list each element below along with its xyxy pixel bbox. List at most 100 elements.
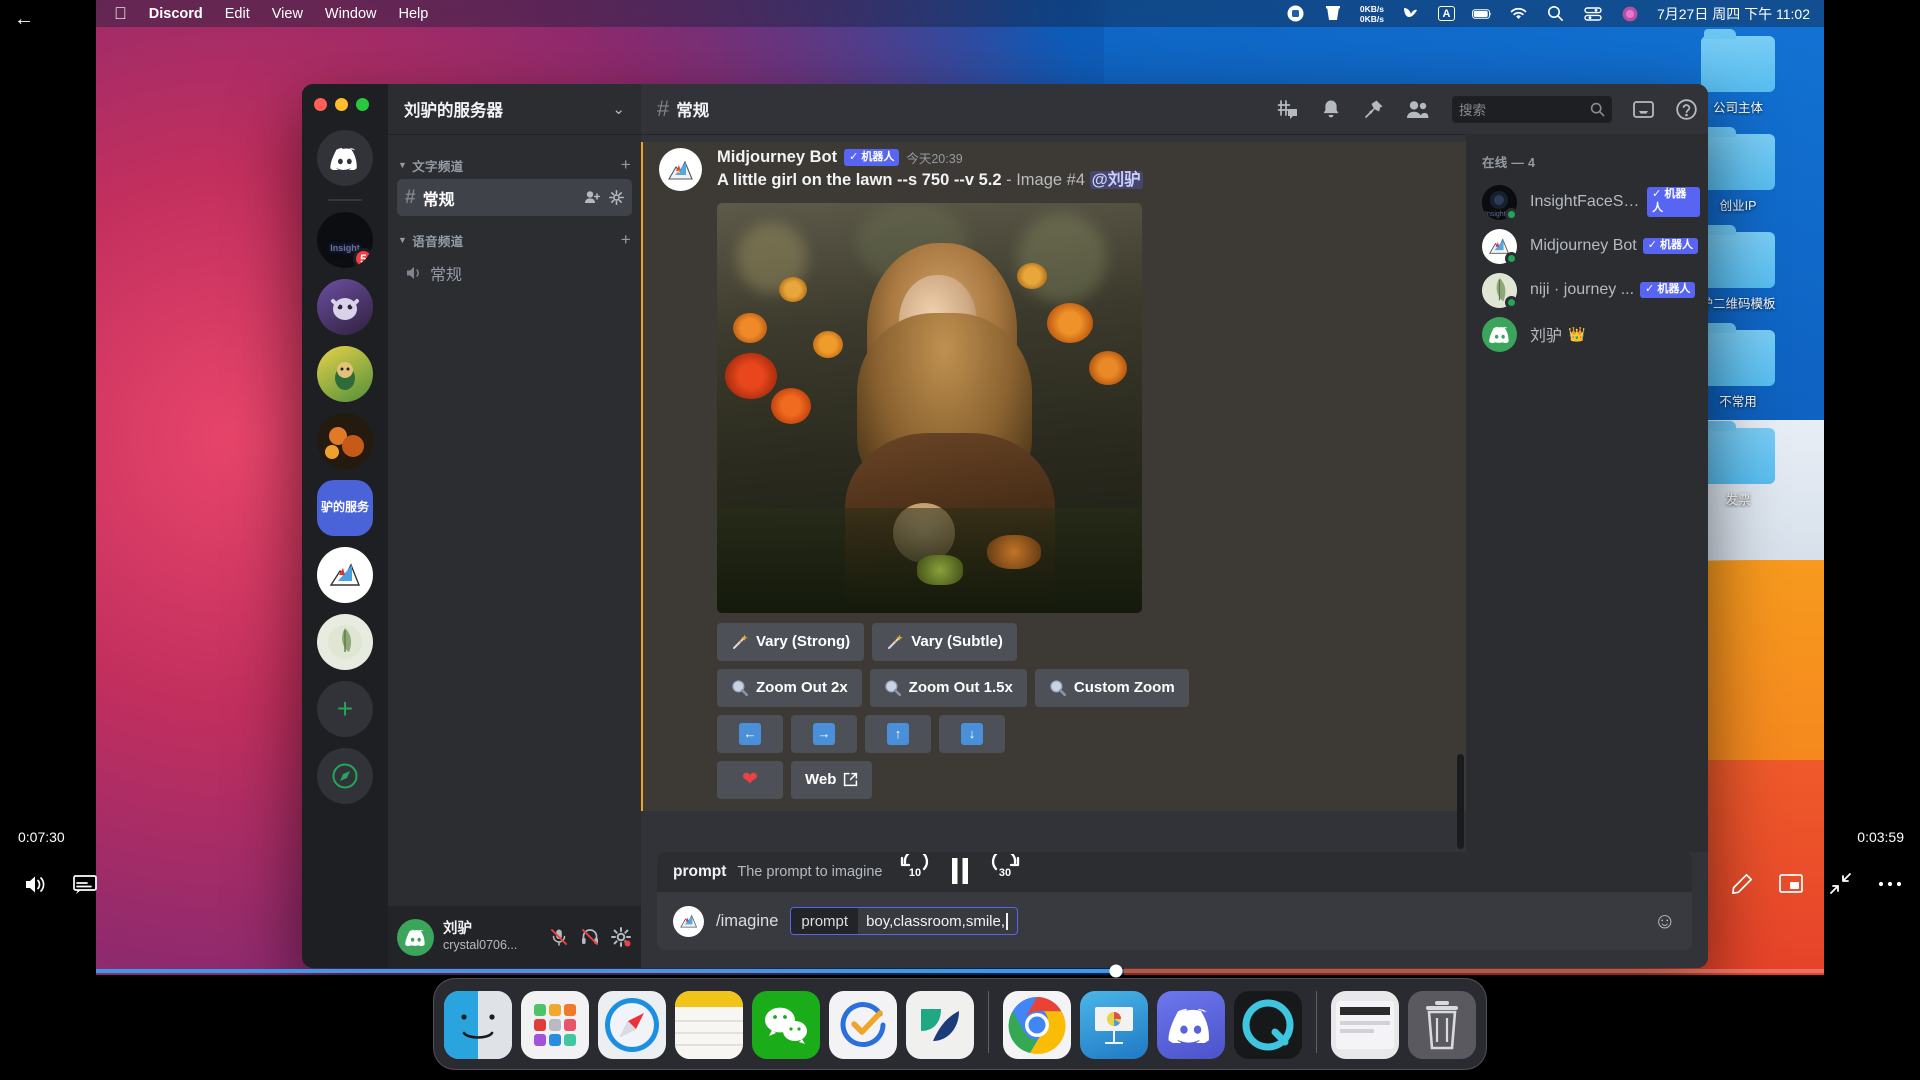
message-scrollbar[interactable] [1457,754,1464,849]
inbox-icon[interactable] [1631,97,1655,121]
picture-in-picture-icon[interactable] [1779,874,1803,893]
member-item[interactable]: Insight InsightFaceSw... ✓ 机器人 [1482,180,1700,224]
user-info[interactable]: 刘驴 crystal0706... [443,920,517,954]
mention-chip[interactable]: @刘驴 [1090,171,1143,189]
bucket-icon[interactable] [1323,5,1343,23]
member-item[interactable]: niji · journey ... ✓ 机器人 [1482,268,1700,312]
apple-icon[interactable]:  [114,5,127,22]
message-composer[interactable]: /imagine prompt boy,classroom,smile, ☺ [657,892,1692,950]
guild-avatar-2[interactable] [317,279,373,335]
gear-icon[interactable] [610,926,632,948]
dock-item-discord[interactable] [1157,991,1225,1059]
dock-item-finder[interactable] [444,991,512,1059]
guild-midjourney[interactable] [317,547,373,603]
subtitles-icon[interactable] [73,875,97,894]
server-header[interactable]: 刘驴的服务器 ⌄ [388,84,641,134]
bell-icon[interactable] [1319,97,1343,121]
guild-insightface[interactable]: Insight 5 [317,212,373,268]
help-icon[interactable] [1674,97,1698,121]
avatar[interactable] [659,148,702,191]
invite-member-icon[interactable] [584,190,600,205]
category-voice-channels[interactable]: ▼ 语音频道 + [388,227,641,253]
category-text-channels[interactable]: ▼ 文字频道 + [388,152,641,178]
avatar[interactable] [397,919,434,956]
headphone-muted-icon[interactable] [579,926,601,948]
dock-item-keynote[interactable] [1080,991,1148,1059]
menu-item-discord[interactable]: Discord [149,6,203,22]
video-progress-bar[interactable] [96,969,1824,973]
seek-backward-icon[interactable]: 10 [898,854,932,888]
zoom-out-15x-button[interactable]: Zoom Out 1.5x [870,669,1027,707]
input-source-icon[interactable]: A [1438,6,1455,21]
channel-settings-gear-icon[interactable] [609,190,624,205]
siri-icon[interactable] [1620,5,1640,23]
volume-icon[interactable] [24,874,48,895]
menu-item-window[interactable]: Window [325,6,377,22]
vary-subtle-button[interactable]: Vary (Subtle) [872,623,1017,661]
download-icon[interactable] [1401,5,1421,23]
exit-fullscreen-icon[interactable] [1829,872,1852,895]
record-icon[interactable] [1286,5,1306,23]
add-channel-icon[interactable]: + [621,230,631,250]
sidebar-channel-voice-changui[interactable]: 常规 [397,254,632,291]
more-icon[interactable] [1878,880,1902,888]
dock-item-safari[interactable] [598,991,666,1059]
close-button[interactable] [314,98,327,111]
dock-item-wechat[interactable] [752,991,820,1059]
pan-right-button[interactable]: → [791,715,857,753]
dock-item-ticktick[interactable] [829,991,897,1059]
zoom-out-2x-button[interactable]: Zoom Out 2x [717,669,862,707]
favorite-button[interactable]: ❤ [717,761,783,799]
mic-muted-icon[interactable] [548,926,570,948]
guild-home-button[interactable] [317,130,373,186]
search-icon[interactable] [1546,5,1566,23]
seek-forward-icon[interactable]: 30 [988,854,1022,888]
members-icon[interactable] [1405,97,1429,121]
guild-niji[interactable] [317,614,373,670]
maximize-button[interactable] [356,98,369,111]
dock-item-quicktime[interactable] [1234,991,1302,1059]
pan-down-button[interactable]: ↓ [939,715,1005,753]
pause-icon[interactable] [950,858,970,884]
battery-icon[interactable] [1472,5,1492,23]
guild-avatar-4[interactable] [317,413,373,469]
dock-item-trash[interactable] [1408,991,1476,1059]
minimize-button[interactable] [335,98,348,111]
emoji-picker-icon[interactable]: ☺ [1654,908,1676,934]
message-author[interactable]: Midjourney Bot [717,148,837,167]
add-channel-icon[interactable]: + [621,155,631,175]
menubar-clock[interactable]: 7月27日 周四 下午 11:02 [1657,4,1810,24]
sidebar-channel-text-changui[interactable]: # 常规 [397,179,632,216]
pin-icon[interactable] [1362,97,1386,121]
control-center-icon[interactable] [1583,5,1603,23]
custom-zoom-button[interactable]: Custom Zoom [1035,669,1189,707]
explore-servers-button[interactable] [317,748,373,804]
guild-avatar-3[interactable] [317,346,373,402]
menu-item-help[interactable]: Help [399,6,429,22]
command-param-value-wrap[interactable]: boy,classroom,smile, [858,908,1016,934]
member-item[interactable]: Midjourney Bot ✓ 机器人 [1482,224,1700,268]
wifi-icon[interactable] [1509,5,1529,23]
dock-item-chrome[interactable] [1003,991,1071,1059]
threads-icon[interactable] [1276,97,1300,121]
dock-item-eudic[interactable] [906,991,974,1059]
member-item[interactable]: 刘驴 👑 [1482,312,1700,356]
pan-up-button[interactable]: ↑ [865,715,931,753]
search-input[interactable]: 搜索 [1452,96,1612,123]
menu-item-view[interactable]: View [272,6,303,22]
add-server-button[interactable]: + [317,681,373,737]
back-button[interactable]: ← [14,8,34,31]
dock-item-launchpad[interactable] [521,991,589,1059]
command-param-pill[interactable]: prompt boy,classroom,smile, [790,907,1017,935]
pan-left-button[interactable]: ← [717,715,783,753]
pencil-icon[interactable] [1731,873,1753,895]
chevron-down-icon[interactable]: ⌄ [612,100,625,118]
video-progress-knob[interactable] [1109,965,1122,978]
vary-strong-button[interactable]: Vary (Strong) [717,623,864,661]
menu-item-edit[interactable]: Edit [225,6,250,22]
dock-item-screenshot[interactable] [1331,991,1399,1059]
dock-item-notes[interactable] [675,991,743,1059]
web-button[interactable]: Web [791,761,872,799]
generated-image[interactable] [717,203,1142,613]
guild-selected-liulv[interactable]: 驴的服务 [317,480,373,536]
